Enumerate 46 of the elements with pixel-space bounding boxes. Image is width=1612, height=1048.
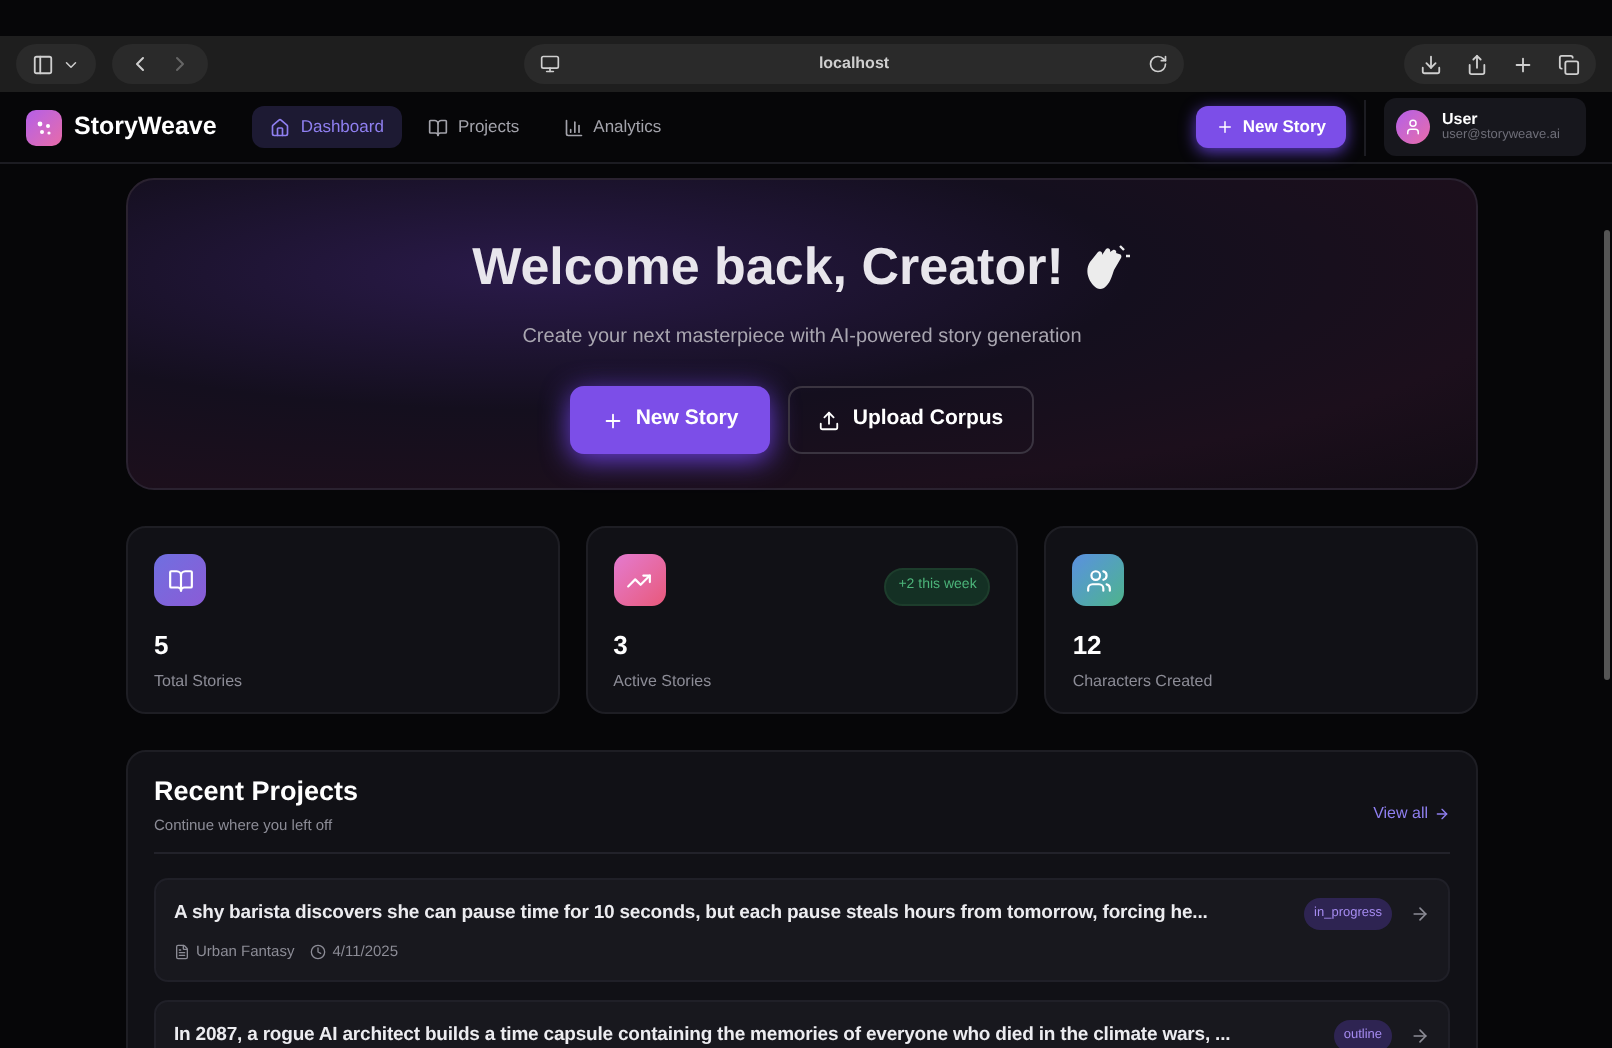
- arrow-icon[interactable]: [1410, 904, 1430, 925]
- arrow-icon: [1434, 806, 1450, 822]
- section-title: Recent Projects: [154, 776, 359, 808]
- bar-chart-icon: [563, 117, 584, 137]
- stat-label: Characters Created: [1072, 669, 1215, 693]
- plus-icon: [1216, 118, 1235, 136]
- sidebar-icon[interactable]: [32, 53, 54, 75]
- scrollbar-thumb[interactable]: [1604, 230, 1610, 680]
- stat-label: Active Stories: [613, 669, 714, 693]
- share-icon[interactable]: [1466, 53, 1488, 75]
- hero-subtitle: Create your next masterpiece with AI-powered story generation: [522, 324, 1082, 352]
- home-icon: [270, 117, 291, 137]
- clock-icon: [310, 943, 327, 960]
- reload-icon[interactable]: [1148, 54, 1168, 74]
- new-story-button[interactable]: New Story: [570, 386, 770, 454]
- nav-tab[interactable]: Analytics: [545, 106, 680, 148]
- upload-corpus-button[interactable]: Upload Corpus: [788, 386, 1034, 454]
- users-icon: [1072, 554, 1125, 606]
- plus-icon: [601, 409, 624, 431]
- stat-label: Total Stories: [154, 669, 245, 693]
- arrow-icon[interactable]: [1410, 1026, 1430, 1047]
- trend-icon: [613, 554, 666, 606]
- stat-value: 5: [154, 628, 171, 664]
- project-title: In 2087, a rogue AI architect builds a time capsule containing the memories of everyone who died in the climate wars, ...: [174, 1022, 1233, 1048]
- download-icon[interactable]: [1420, 53, 1442, 75]
- stat-value: 12: [1072, 628, 1104, 664]
- tabs-icon[interactable]: [1558, 53, 1580, 75]
- avatar-icon: [1396, 110, 1430, 144]
- upload-icon: [818, 409, 841, 431]
- stat-value: 3: [613, 628, 630, 664]
- hero-title: Welcome back, Creator!: [472, 234, 1064, 300]
- user-name: User: [1442, 110, 1478, 129]
- address-bar[interactable]: localhost: [524, 44, 1184, 84]
- address-text: localhost: [816, 52, 892, 76]
- project-title: A shy barista discovers she can pause time for 10 seconds, but each pause steals hours from tomorrow, forcing he...: [174, 900, 1210, 928]
- nav-tab[interactable]: Projects: [409, 106, 538, 148]
- app-logo-text: StoryWeave: [74, 110, 217, 145]
- nav-tab[interactable]: Dashboard: [252, 106, 402, 148]
- document-icon: [174, 943, 190, 960]
- logo-icon: [26, 109, 62, 145]
- book-icon: [154, 554, 206, 606]
- new-story-button[interactable]: New Story: [1196, 106, 1346, 148]
- view-all-link[interactable]: View all: [1373, 802, 1450, 826]
- new-tab-icon[interactable]: [1512, 53, 1534, 75]
- page-icon: [540, 54, 560, 74]
- book-icon: [427, 117, 448, 137]
